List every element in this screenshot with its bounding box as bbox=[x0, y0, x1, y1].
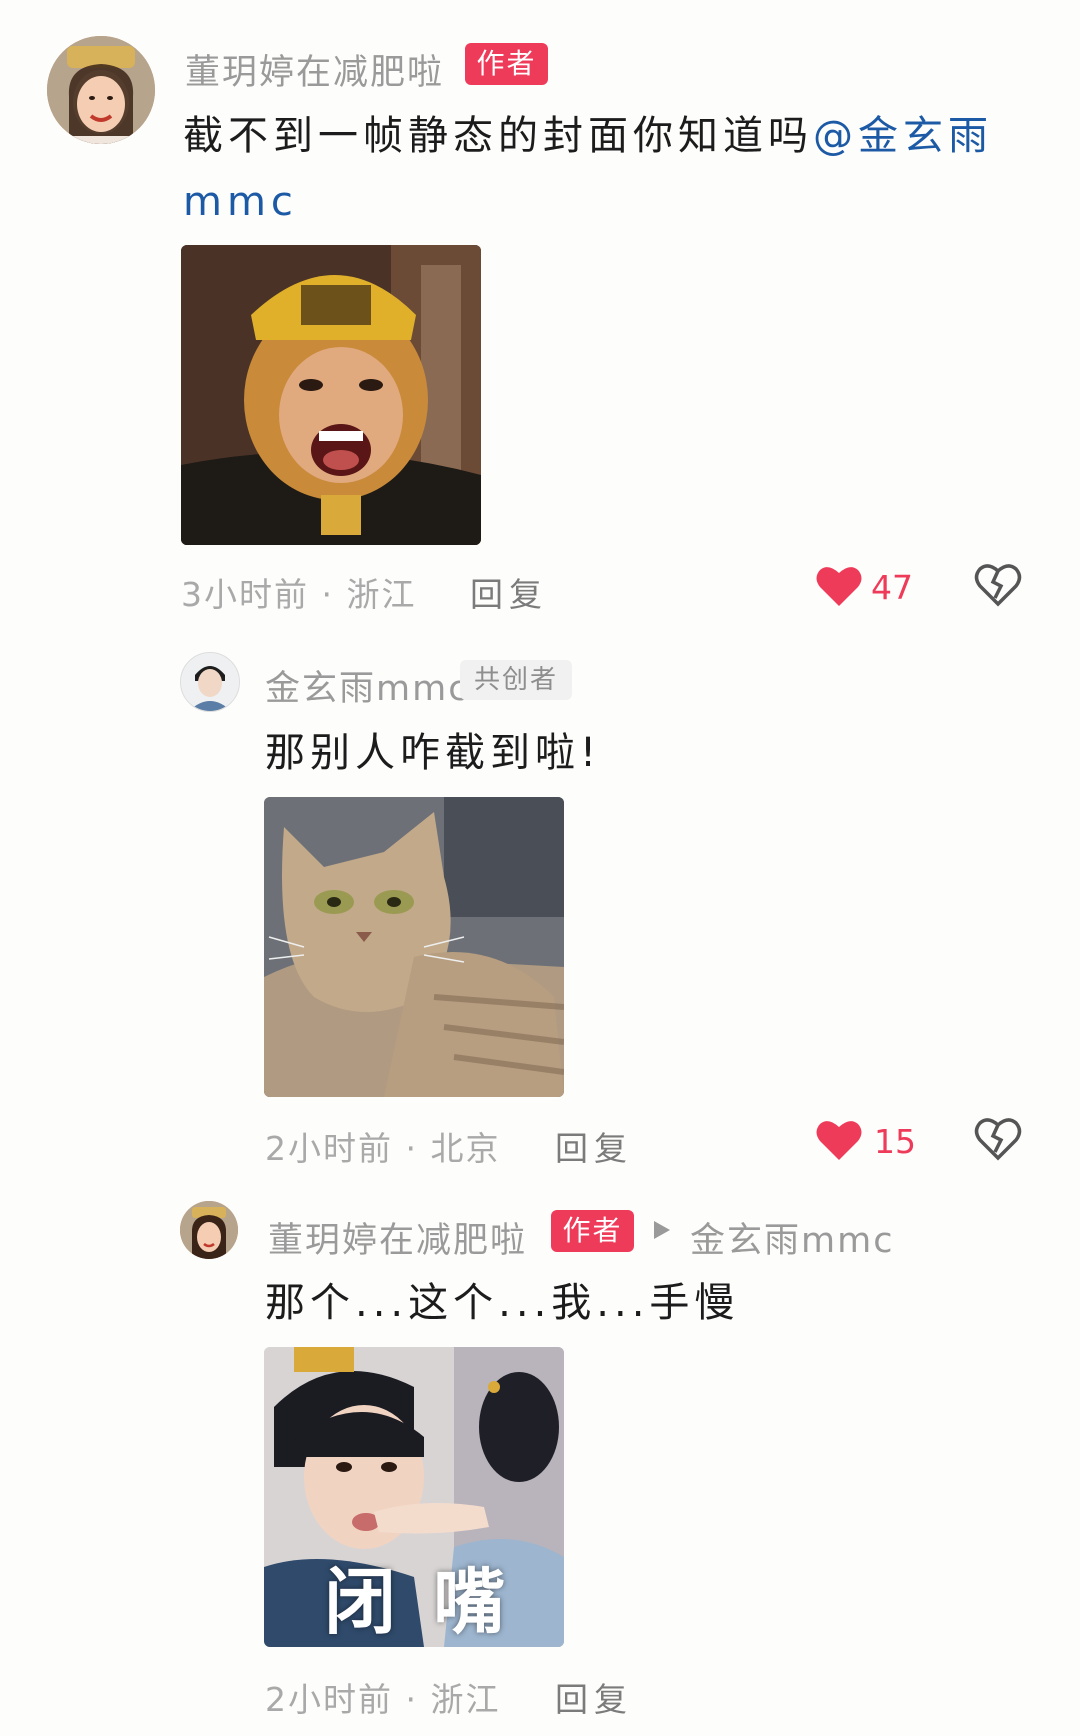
author-badge: 作者 bbox=[551, 1210, 634, 1252]
avatar[interactable] bbox=[180, 652, 240, 712]
author-badge: 作者 bbox=[465, 43, 548, 85]
avatar[interactable] bbox=[180, 1201, 238, 1259]
reply-button[interactable]: 回复 bbox=[555, 1673, 633, 1721]
dislike-broken-heart-icon[interactable] bbox=[974, 562, 1022, 608]
timestamp-location: 2小时前 · 浙江 bbox=[265, 1680, 501, 1719]
comment-body: 截不到一帧静态的封面你知道吗 bbox=[183, 113, 813, 159]
username[interactable]: 董玥婷在减肥啦 bbox=[185, 44, 444, 95]
reply-button[interactable]: 回复 bbox=[555, 1122, 633, 1170]
heart-icon[interactable] bbox=[815, 564, 863, 608]
heart-icon[interactable] bbox=[815, 1118, 863, 1162]
comment-thread: 董玥婷在减肥啦 作者 截不到一帧静态的封面你知道吗@金玄雨mmc 3小时前 · … bbox=[0, 0, 1080, 1736]
username[interactable]: 董玥婷在减肥啦 bbox=[268, 1212, 527, 1263]
reply-arrow-icon bbox=[652, 1219, 672, 1241]
image-caption: 闭 嘴 bbox=[324, 1560, 512, 1644]
avatar[interactable] bbox=[47, 36, 155, 144]
like-count: 15 bbox=[874, 1122, 916, 1161]
comment-image[interactable] bbox=[264, 797, 564, 1097]
comment-image[interactable] bbox=[181, 245, 481, 545]
like-count: 47 bbox=[871, 568, 913, 607]
comment-text: 截不到一帧静态的封面你知道吗@金玄雨mmc bbox=[183, 103, 1013, 235]
dislike-broken-heart-icon[interactable] bbox=[974, 1116, 1022, 1162]
timestamp-location: 2小时前 · 北京 bbox=[265, 1129, 501, 1168]
comment-image[interactable]: 闭 嘴 bbox=[264, 1347, 564, 1647]
reply-to-username[interactable]: 金玄雨mmc bbox=[690, 1212, 894, 1263]
username[interactable]: 金玄雨mmc bbox=[265, 660, 469, 711]
timestamp-location: 3小时前 · 浙江 bbox=[181, 575, 417, 614]
comment-text: 那个...这个...我...手慢 bbox=[265, 1280, 740, 1326]
comment-text: 那别人咋截到啦! bbox=[265, 730, 602, 776]
reply-button[interactable]: 回复 bbox=[470, 568, 548, 616]
cocreator-badge: 共创者 bbox=[460, 660, 572, 700]
